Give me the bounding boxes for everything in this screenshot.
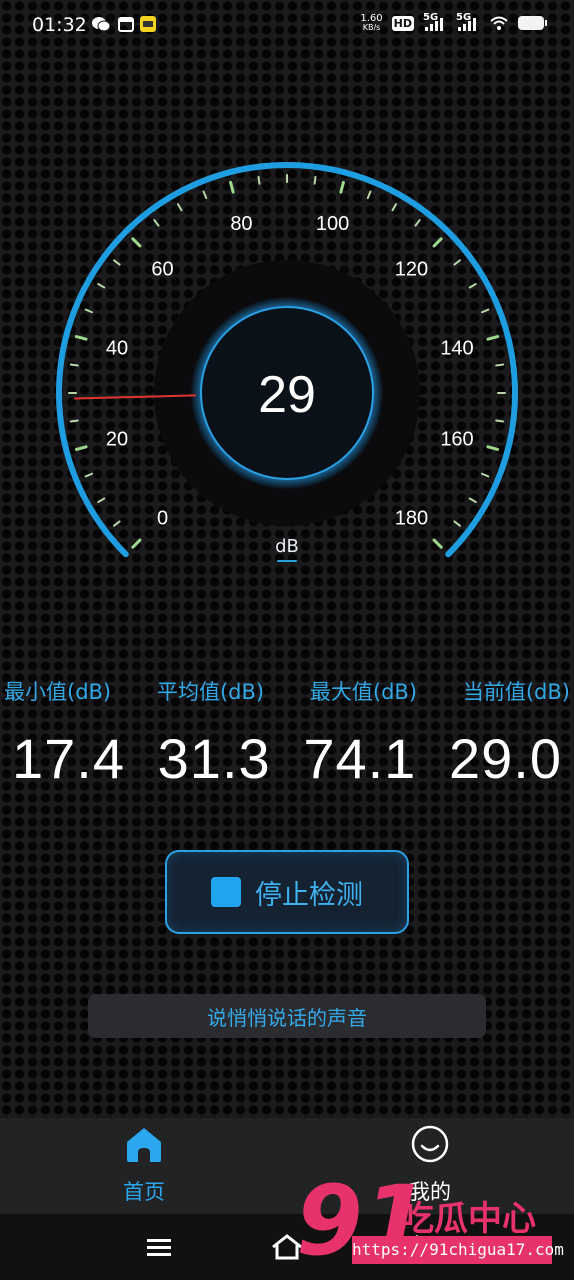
calendar-icon bbox=[118, 17, 134, 32]
status-bar: 01:32 1.60 KB/s HD 5G 5G bbox=[0, 0, 574, 52]
gauge-major-tick bbox=[74, 445, 88, 451]
net-speed-unit: KB/s bbox=[362, 23, 381, 32]
gauge-minor-tick bbox=[69, 363, 79, 367]
stat-value-current: 29.0 bbox=[448, 727, 562, 790]
hint-text: 说悄悄说话的声音 bbox=[207, 1005, 367, 1030]
gauge-minor-tick bbox=[177, 203, 183, 212]
nav-label-home: 首页 bbox=[123, 1180, 165, 1204]
bottom-nav: 首页 我的 bbox=[0, 1118, 574, 1214]
stats-values: 17.4 31.3 74.1 29.0 bbox=[0, 726, 574, 791]
gauge-tick-label: 160 bbox=[440, 429, 473, 451]
gauge-unit: dB bbox=[275, 536, 299, 557]
sim2-label: 5G bbox=[456, 12, 472, 23]
gauge-major-tick bbox=[131, 237, 142, 248]
nav-item-mine[interactable]: 我的 bbox=[370, 1118, 490, 1214]
gauge-tick-label: 140 bbox=[440, 337, 473, 359]
gauge-minor-tick bbox=[480, 472, 490, 478]
gauge-minor-tick bbox=[495, 419, 505, 423]
gauge-major-tick bbox=[74, 335, 88, 341]
gauge-minor-tick bbox=[113, 520, 121, 527]
nav-label-mine: 我的 bbox=[409, 1180, 451, 1204]
gauge-minor-tick bbox=[414, 219, 421, 227]
gauge-major-tick bbox=[486, 445, 500, 451]
gauge-minor-tick bbox=[468, 283, 477, 289]
gauge-minor-tick bbox=[153, 219, 160, 227]
gauge-tick-label: 100 bbox=[316, 213, 349, 235]
gauge-reading: 29 bbox=[258, 366, 316, 424]
gauge-tick-label: 20 bbox=[106, 429, 128, 451]
gauge-minor-tick bbox=[97, 497, 106, 503]
gauge-tick-label: 180 bbox=[395, 507, 428, 529]
sound-level-gauge: 29 0 20 40 60 80 100 120 140 160 180 bbox=[56, 162, 518, 558]
nav-item-home[interactable]: 首页 bbox=[84, 1118, 204, 1214]
wifi-icon bbox=[490, 16, 508, 30]
gauge-major-tick bbox=[131, 538, 142, 549]
gauge-tick-label: 0 bbox=[157, 507, 168, 529]
status-time: 01:32 bbox=[32, 14, 87, 36]
gauge-minor-tick bbox=[453, 520, 461, 527]
gauge-minor-tick bbox=[391, 203, 397, 212]
gauge-minor-tick bbox=[313, 175, 317, 185]
gauge-tick-label: 120 bbox=[395, 259, 428, 281]
gauge-tick-label: 60 bbox=[151, 259, 173, 281]
gauge-minor-tick bbox=[202, 190, 208, 200]
stat-label-avg: 平均值(dB) bbox=[156, 680, 265, 704]
watermark-url: https://91chigua17.com bbox=[352, 1236, 564, 1264]
gauge-major-tick bbox=[432, 538, 443, 549]
gauge-major-tick bbox=[486, 335, 500, 341]
home-icon bbox=[127, 1128, 161, 1162]
stop-icon bbox=[211, 877, 241, 907]
net-speed: 1.60 bbox=[360, 13, 383, 24]
gauge-major-tick bbox=[229, 180, 235, 194]
gauge-minor-tick bbox=[495, 363, 505, 367]
stats-labels: 最小值(dB) 平均值(dB) 最大值(dB) 当前值(dB) bbox=[0, 676, 574, 706]
stat-value-avg: 31.3 bbox=[157, 727, 271, 790]
stat-value-min: 17.4 bbox=[12, 727, 125, 790]
system-home-icon[interactable] bbox=[269, 1230, 305, 1264]
menu-icon[interactable] bbox=[141, 1230, 177, 1264]
gauge-minor-tick bbox=[69, 419, 79, 423]
stop-detection-label: 停止检测 bbox=[255, 879, 363, 911]
gauge-minor-tick bbox=[453, 259, 461, 266]
status-right-group: 1.60 KB/s HD 5G 5G bbox=[360, 12, 547, 32]
gauge-unit-underline bbox=[277, 560, 297, 562]
wechat-icon bbox=[92, 17, 110, 32]
gauge-minor-tick bbox=[84, 308, 94, 314]
stat-label-min: 最小值(dB) bbox=[4, 680, 112, 704]
sim1-label: 5G bbox=[423, 12, 439, 23]
battery-icon bbox=[518, 16, 547, 30]
stat-label-max: 最大值(dB) bbox=[309, 680, 418, 704]
gauge-minor-tick bbox=[113, 259, 121, 266]
stop-detection-button[interactable]: 停止检测 bbox=[165, 850, 409, 934]
app-notification-icon bbox=[140, 16, 156, 32]
gauge-minor-tick bbox=[257, 175, 261, 185]
gauge-minor-tick bbox=[84, 472, 94, 478]
sound-level-hint: 说悄悄说话的声音 bbox=[88, 994, 486, 1038]
stat-value-max: 74.1 bbox=[303, 727, 417, 790]
gauge-major-tick bbox=[339, 180, 345, 194]
gauge-minor-tick bbox=[468, 497, 477, 503]
gauge-tick-label: 80 bbox=[230, 213, 252, 235]
gauge-minor-tick bbox=[366, 190, 372, 200]
gauge-minor-tick bbox=[480, 308, 490, 314]
gauge-minor-tick bbox=[97, 283, 106, 289]
smile-icon bbox=[411, 1125, 449, 1163]
gauge-tick-label: 40 bbox=[106, 337, 128, 359]
hd-badge: HD bbox=[391, 15, 414, 31]
stat-label-current: 当前值(dB) bbox=[462, 680, 570, 704]
gauge-major-tick bbox=[432, 237, 443, 248]
